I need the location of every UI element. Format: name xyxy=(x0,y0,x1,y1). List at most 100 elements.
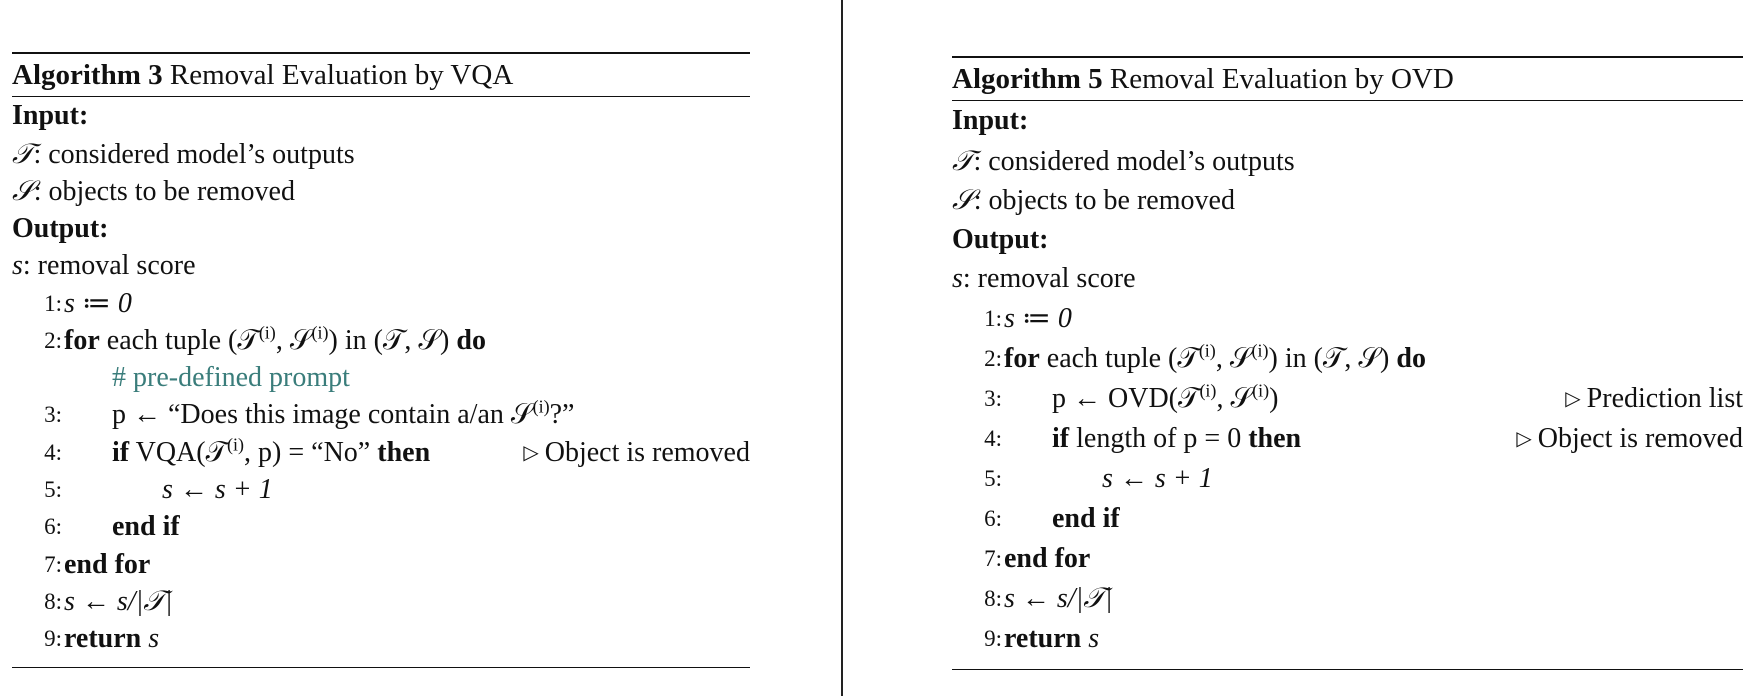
algorithm-5-box: Algorithm 5 Removal Evaluation by OVD In… xyxy=(952,56,1743,670)
code-fragment: ) in (𝒯, 𝒮) xyxy=(1268,342,1397,374)
code-text: s ≔ 0 xyxy=(1004,302,1072,334)
code-line-3: 3: p ← “Does this image contain a/an 𝒮(i… xyxy=(12,396,750,433)
bottom-rule xyxy=(12,667,750,669)
symbol-S: 𝒮 xyxy=(952,183,974,216)
input-item: 𝒯: considered model’s outputs xyxy=(12,135,750,173)
code-fragment: ) in (𝒯, 𝒮) xyxy=(328,324,457,356)
output-label: Output: xyxy=(12,212,109,244)
code-line-1: 1: s ≔ 0 xyxy=(12,285,750,322)
keyword-for: for xyxy=(64,324,100,356)
code-text: s ← s + 1 xyxy=(162,473,273,505)
code-fragment: , 𝒮 xyxy=(1215,342,1252,374)
code-line-6: 6: end if xyxy=(952,499,1743,539)
input-text: : considered model’s outputs xyxy=(33,138,355,170)
code-line-2: 2: for each tuple (𝒯(i), 𝒮(i)) in (𝒯, 𝒮)… xyxy=(12,322,750,359)
input-item: 𝒯: considered model’s outputs xyxy=(952,141,1743,181)
keyword-return: return xyxy=(1004,622,1082,654)
line-number: 1: xyxy=(44,290,62,316)
code-line-7: 7: end for xyxy=(12,546,750,583)
code-fragment: , p) = “No” xyxy=(244,436,378,468)
input-text: : objects to be removed xyxy=(973,185,1235,216)
keyword-do: do xyxy=(1396,342,1426,374)
symbol-S: 𝒮 xyxy=(12,174,34,207)
input-item: 𝒮: objects to be removed xyxy=(952,180,1743,220)
bottom-rule xyxy=(952,668,1743,670)
input-item: 𝒮: objects to be removed xyxy=(12,172,750,210)
line-number: 4: xyxy=(984,425,1002,451)
right-comment: ▷ Object is removed xyxy=(523,434,750,474)
code-text: s ← s/|𝒯| xyxy=(1004,582,1113,614)
keyword-then: then xyxy=(377,436,431,468)
triangle-icon: ▷ xyxy=(1565,387,1581,410)
code-line-1: 1: s ≔ 0 xyxy=(952,299,1743,339)
superscript: (i) xyxy=(1251,340,1269,361)
code-line-6: 6: end if xyxy=(12,508,750,545)
keyword-if: if xyxy=(1052,422,1070,454)
code-text: end if xyxy=(1052,502,1120,534)
line-number: 8: xyxy=(44,588,62,614)
code-fragment: VQA(𝒯 xyxy=(129,436,228,468)
line-number: 5: xyxy=(984,465,1002,491)
algorithm-label: Algorithm 3 xyxy=(12,59,163,91)
code-line-8: 8: s ← s/|𝒯| xyxy=(12,583,750,620)
triangle-icon: ▷ xyxy=(523,441,539,464)
keyword-if: if xyxy=(112,436,130,468)
code-fragment: , 𝒮 xyxy=(275,324,312,356)
line-number: 3: xyxy=(44,402,62,428)
superscript: (i) xyxy=(1199,380,1217,401)
code-text: if VQA(𝒯(i), p) = “No” then xyxy=(112,434,430,471)
output-item: s: removal score xyxy=(12,247,750,285)
algorithm-title-text: Removal Evaluation by VQA xyxy=(169,59,514,91)
superscript: (i) xyxy=(1198,340,1216,361)
code-fragment: s xyxy=(141,623,160,655)
code-fragment: s xyxy=(1081,622,1100,654)
line-number: 7: xyxy=(984,545,1002,571)
line-number: 4: xyxy=(44,439,62,465)
superscript: (i) xyxy=(1252,380,1270,401)
superscript: (i) xyxy=(532,397,550,418)
code-line-5: 5: s ← s + 1 xyxy=(12,471,750,508)
input-text: : considered model’s outputs xyxy=(973,145,1295,177)
code-line-4: 4: if length of p = 0 then ▷ Object is re… xyxy=(952,419,1743,459)
triangle-icon: ▷ xyxy=(1516,427,1532,450)
line-number: 2: xyxy=(44,327,62,353)
code-line-8: 8: s ← s/|𝒯| xyxy=(952,579,1743,619)
code-fragment: ) xyxy=(1269,382,1279,414)
code-text: end if xyxy=(112,511,180,543)
column-divider xyxy=(841,0,843,696)
line-number: 9: xyxy=(44,626,62,652)
code-text: if length of p = 0 then xyxy=(1052,419,1301,459)
code-text: return s xyxy=(64,620,159,657)
line-number: 8: xyxy=(984,585,1002,611)
comment-text: Object is removed xyxy=(1537,422,1743,454)
code-fragment: each tuple (𝒯 xyxy=(1039,342,1199,374)
code-line-3: 3: p ← OVD(𝒯(i), 𝒮(i)) ▷ Prediction list xyxy=(952,379,1743,419)
code-fragment: length of p = 0 xyxy=(1069,422,1249,454)
code-text: end for xyxy=(1004,542,1091,574)
right-comment: ▷ Prediction list xyxy=(1565,379,1743,421)
code-fragment: p ← OVD(𝒯 xyxy=(1052,382,1200,414)
line-number: 9: xyxy=(984,625,1002,651)
code-text: s ≔ 0 xyxy=(64,287,132,319)
code-fragment: , 𝒮 xyxy=(1216,382,1253,414)
code-fragment: p ← “Does this image contain a/an 𝒮 xyxy=(112,399,533,431)
comment-line: # pre-defined prompt xyxy=(12,359,750,396)
symbol-s: s xyxy=(12,250,23,281)
line-number: 7: xyxy=(44,551,62,577)
line-number: 5: xyxy=(44,476,62,502)
code-text: return s xyxy=(1004,619,1099,659)
symbol-T: 𝒯 xyxy=(12,136,34,170)
input-label: Input: xyxy=(12,100,89,131)
keyword-for: for xyxy=(1004,342,1040,374)
right-comment: ▷ Object is removed xyxy=(1516,419,1743,461)
code-text: for each tuple (𝒯(i), 𝒮(i)) in (𝒯, 𝒮) do xyxy=(1004,339,1426,379)
algorithm-title-text: Removal Evaluation by OVD xyxy=(1109,63,1454,95)
code-line-4: 4: if VQA(𝒯(i), p) = “No” then ▷ Object i… xyxy=(12,434,750,471)
comment-text: Object is removed xyxy=(544,436,750,468)
code-line-2: 2: for each tuple (𝒯(i), 𝒮(i)) in (𝒯, 𝒮)… xyxy=(952,339,1743,379)
line-number: 6: xyxy=(44,514,62,540)
superscript: (i) xyxy=(311,322,329,343)
superscript: (i) xyxy=(258,322,276,343)
code-line-5: 5: s ← s + 1 xyxy=(952,459,1743,499)
code-text: for each tuple (𝒯(i), 𝒮(i)) in (𝒯, 𝒮) do xyxy=(64,322,486,359)
